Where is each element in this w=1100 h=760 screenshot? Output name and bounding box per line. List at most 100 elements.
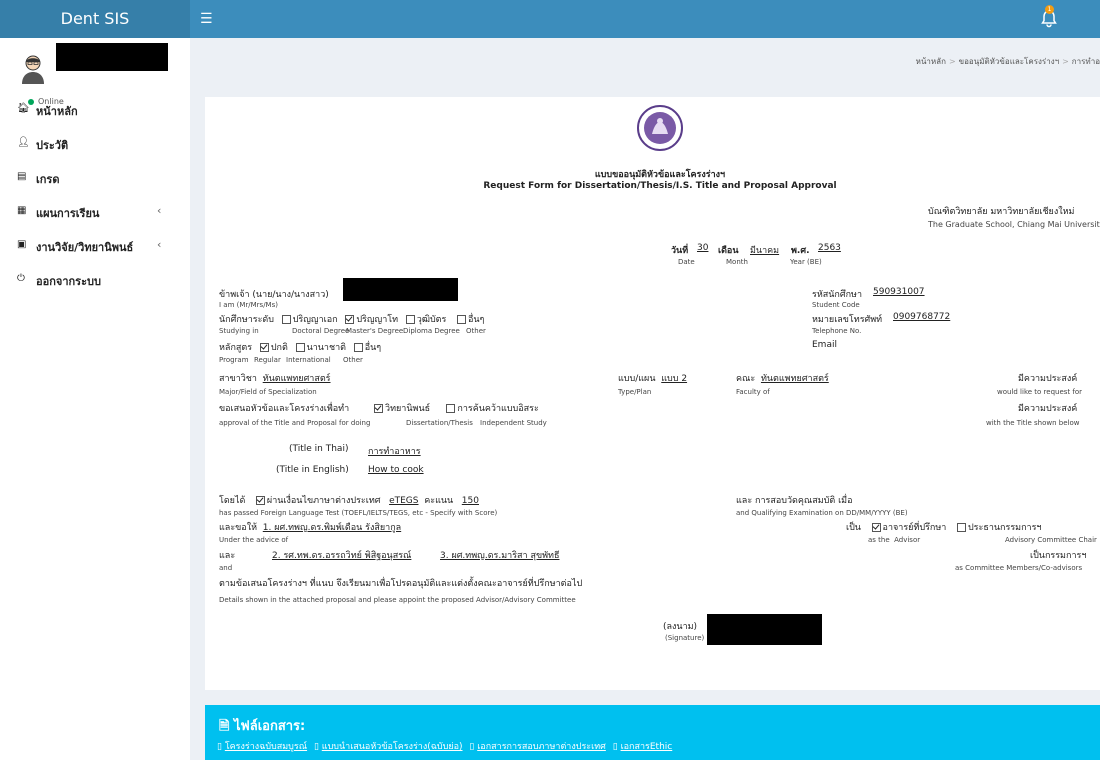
file-icon: ▯ — [313, 742, 319, 752]
university-seal-icon — [637, 105, 683, 151]
program-international-checkbox[interactable] — [295, 343, 305, 352]
top-navbar: Dent SIS ☰ 1 — [0, 0, 1100, 38]
role-chair-checkbox[interactable] — [956, 523, 966, 532]
faculty-label: คณะ — [736, 374, 756, 384]
level-diploma: วุฒิบัตร — [416, 315, 447, 325]
major-row: สาขาวิชา ทันตแพทยศาสตร์ — [219, 371, 331, 385]
month-value: มีนาคม — [750, 246, 780, 256]
role-advisor-checkbox[interactable] — [871, 523, 881, 532]
major-en: Major/Field of Specialization — [219, 388, 317, 396]
level-other-checkbox[interactable] — [456, 315, 466, 324]
independent-study-option: การค้นคว้าแบบอิสระ — [457, 404, 539, 414]
month-en: Month — [726, 258, 748, 266]
files-links: ▯ โครงร่างฉบับสมบูรณ์ ▯ แบบนำเสนอหัวข้อโ… — [217, 739, 676, 753]
independent-study-checkbox[interactable] — [446, 404, 456, 413]
level-master-checkbox[interactable] — [345, 315, 355, 324]
program-label: หลักสูตร — [219, 343, 253, 353]
wish-en: would like to request for — [997, 388, 1082, 396]
email-label: Email — [812, 340, 837, 350]
role-chair-en: Advisory Committee Chair — [1005, 536, 1097, 544]
month-label: เดือน — [718, 246, 739, 256]
approve-row: ขอเสนอหัวข้อและโครงร่างเพื่อทำ วิทยานิพน… — [219, 401, 539, 415]
level-doctoral-en: Doctoral Degree — [292, 327, 350, 335]
program-regular-checkbox[interactable] — [259, 343, 269, 352]
menu-icon[interactable]: ☰ — [200, 9, 214, 29]
home-icon: 🏠︎ — [17, 103, 30, 114]
notification-badge: 1 — [1045, 5, 1054, 14]
advice-row: และขอให้ 1. ผศ.ทพญ.ดร.พิมพ์เดือน รังสิยา… — [219, 520, 401, 534]
and-label: และ — [219, 551, 236, 561]
student-name-redacted — [343, 278, 458, 301]
file-link-full-proposal[interactable]: โครงร่างฉบับสมบูรณ์ — [225, 742, 307, 752]
sidebar-item-logout[interactable]: ⏻ ออกจากระบบ — [0, 263, 190, 297]
advisor-2-name: 2. รศ.ทพ.ดร.อรรถวิทย์ พิสิฐอนุสรณ์ — [272, 551, 412, 561]
sidebar-item-label: งานวิจัย/วิทยานิพนธ์ — [36, 241, 134, 254]
file-link-ethic[interactable]: เอกสารEthic — [621, 742, 673, 752]
language-row: โดยได้ ผ่านเงื่อนไขภาษาต่างประเทศ eTEGS … — [219, 493, 479, 507]
student-code-value: 590931007 — [873, 287, 925, 297]
title-thai-value: การทำอาหาร — [368, 447, 421, 457]
sidebar-item-study-plan[interactable]: ▦ แผนการเรียน ‹ — [0, 195, 190, 229]
by-label: โดยได้ — [219, 496, 246, 506]
power-icon: ⏻ — [17, 273, 25, 284]
role-advisor-en: Advisor — [894, 536, 921, 544]
file-link-language-test[interactable]: เอกสารการสอบภาษาต่างประเทศ — [477, 742, 606, 752]
sidebar-item-home[interactable]: 🏠︎ หน้าหลัก — [0, 93, 190, 127]
name-label: ข้าพเจ้า (นาย/นาง/นางสาว) — [219, 290, 329, 300]
qualifying-exam-en: and Qualifying Examination on DD/MM/YYYY… — [736, 509, 908, 517]
approve-en: approval of the Title and Proposal for d… — [219, 419, 371, 427]
date-label: วันที่ — [671, 246, 689, 256]
sidebar-item-research[interactable]: ▣ งานวิจัย/วิทยานิพนธ์ ‹ — [0, 229, 190, 263]
level-en: Studying in — [219, 327, 259, 335]
user-name-redacted — [56, 43, 168, 71]
sidebar-item-label: ประวัติ — [36, 139, 69, 152]
member-label: เป็นกรรมการฯ — [1030, 551, 1087, 561]
wish2-label: มีความประสงค์ — [1018, 404, 1078, 414]
level-doctoral: ปริญญาเอก — [292, 315, 338, 325]
signature-en: (Signature) — [665, 634, 705, 642]
school-en: The Graduate School, Chiang Mai Universi… — [928, 220, 1100, 229]
year-label: พ.ศ. — [791, 246, 810, 256]
sidebar-item-grade[interactable]: ▤ เกรด — [0, 161, 190, 195]
date-value: 30 — [697, 243, 709, 253]
program-other-checkbox[interactable] — [353, 343, 363, 352]
year-value: 2563 — [818, 243, 841, 253]
thesis-checkbox[interactable] — [374, 404, 384, 413]
sidebar-item-profile[interactable]: 👤︎ ประวัติ — [0, 127, 190, 161]
breadcrumb-home[interactable]: หน้าหลัก — [916, 57, 946, 66]
sidebar-item-label: ออกจากระบบ — [36, 275, 101, 288]
language-passed-checkbox[interactable] — [255, 496, 265, 505]
breadcrumb-section[interactable]: ขออนุมัติหัวข้อและโครงร่างฯ — [959, 57, 1059, 66]
file-link-proposal-summary[interactable]: แบบนำเสนอหัวข้อโครงร่าง(ฉบับย่อ) — [322, 742, 463, 752]
level-diploma-checkbox[interactable] — [405, 315, 415, 324]
plan-row: แบบ/แผน แบบ 2 — [618, 371, 687, 385]
title-english-value: How to cook — [368, 465, 424, 475]
document-icon: 🗎︎ — [219, 719, 230, 734]
level-other: อื่นๆ — [467, 315, 485, 325]
plan-value: แบบ 2 — [661, 374, 688, 384]
sidebar-item-label: แผนการเรียน — [36, 207, 100, 220]
program-en: Program — [219, 356, 249, 364]
level-doctoral-checkbox[interactable] — [281, 315, 291, 324]
details-en: Details shown in the attached proposal a… — [219, 596, 576, 604]
student-code-label: รหัสนักศึกษา — [812, 290, 863, 300]
app-brand[interactable]: Dent SIS — [0, 0, 190, 38]
advisor-3-name: 3. ผศ.ทพญ.ดร.มาริสา สุขพัทธี — [440, 551, 560, 561]
level-master: ปริญญาโท — [356, 315, 399, 325]
program-international-en: International — [286, 356, 331, 364]
title-thai-label: (Title in Thai) — [289, 444, 349, 454]
wish-label: มีความประสงค์ — [1018, 374, 1078, 384]
files-panel: 🗎︎ ไฟล์เอกสาร: ▯ โครงร่างฉบับสมบูรณ์ ▯ แ… — [205, 705, 1100, 760]
score-label: คะแนน — [424, 496, 454, 506]
details-th: ตามข้อเสนอโครงร่างฯ ที่แนบ จึงเรียนมาเพื… — [219, 579, 583, 589]
plan-label: แบบ/แผน — [618, 374, 656, 384]
role-en-row: as the Advisor — [868, 536, 920, 544]
faculty-row: คณะ ทันตแพทยศาสตร์ — [736, 371, 829, 385]
form-title-en: Request Form for Dissertation/Thesis/I.S… — [483, 181, 837, 191]
role-row: เป็น อาจารย์ที่ปรึกษา ประธานกรรมการฯ — [846, 520, 1041, 534]
year-en: Year (BE) — [790, 258, 822, 266]
breadcrumb-current: การทำอ — [1071, 57, 1100, 66]
program-international: นานาชาติ — [306, 343, 346, 353]
advice-label: และขอให้ — [219, 523, 258, 533]
level-master-en: Master's Degree — [346, 327, 404, 335]
